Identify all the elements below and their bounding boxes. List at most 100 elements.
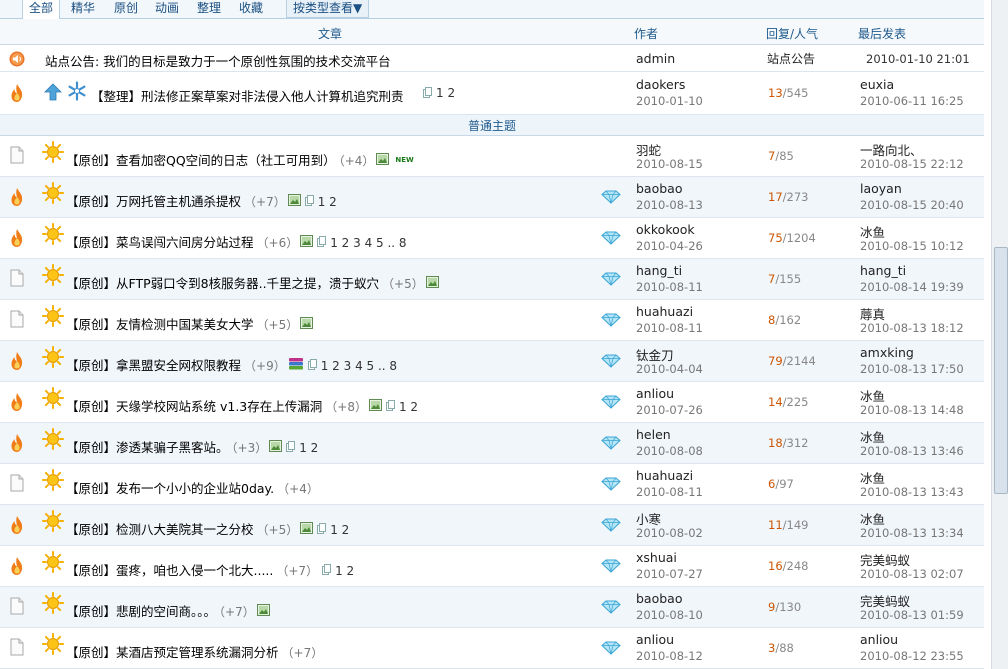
thread-author[interactable]: okkokook: [636, 222, 695, 237]
thread-title[interactable]: 【原创】拿黑盟安全网权限教程: [66, 358, 241, 373]
tab-featured[interactable]: 精华: [71, 0, 95, 18]
page-links[interactable]: 1 2 3 4 5 .. 8: [321, 359, 397, 373]
section-label: 普通主题: [467, 119, 516, 133]
last-post-user[interactable]: anliou: [860, 632, 898, 647]
tab-animation[interactable]: 动画: [155, 0, 179, 18]
thread-title[interactable]: 【原创】友情检测中国某美女大学: [66, 317, 254, 332]
diamond-icon: [601, 395, 621, 412]
thread-stats: 7/85: [768, 149, 794, 163]
sun-icon: [42, 141, 64, 166]
sun-icon: [42, 346, 64, 371]
thread-row[interactable]: 【原创】友情检测中国某美女大学 （+5） huahuazi 2010-08-11 8/1…: [0, 300, 984, 341]
thread-score: （+7）: [281, 646, 324, 660]
thread-author[interactable]: baobao: [636, 181, 682, 196]
thread-author[interactable]: huahuazi: [636, 468, 693, 483]
column-last-post[interactable]: 最后发表: [858, 25, 906, 42]
reply-count: 16: [768, 559, 783, 573]
thread-row[interactable]: 【原创】天缘学校网站系统 v1.3存在上传漏洞 （+8） 1 2 anliou 2010…: [0, 382, 984, 423]
thread-row[interactable]: 【原创】检测八大美院其一之分校 （+5） 1 2 小寒 2010-08-02 11/149…: [0, 505, 984, 546]
last-post-time: 2010-08-15 20:40: [860, 198, 964, 212]
thread-title[interactable]: 【原创】菜鸟误闯六间房分站过程: [66, 235, 254, 250]
thread-title[interactable]: 【原创】发布一个小小的企业站0day.: [66, 481, 274, 496]
thread-title[interactable]: 【原创】悲剧的空间商。。。: [66, 604, 216, 619]
thread-score: （+7）: [276, 564, 319, 578]
thread-title-line: 【原创】悲剧的空间商。。。 （+7）: [66, 601, 270, 620]
thread-title[interactable]: 【原创】万网托管主机通杀提权: [66, 194, 241, 209]
thread-stats: 79/2144: [768, 354, 816, 368]
multipage-icon: [317, 236, 327, 250]
pinned-thread-row[interactable]: 【整理】刑法修正案草案对非法侵入他人计算机追究刑责 1 2 daokers 20…: [0, 72, 984, 115]
thread-row[interactable]: 【原创】渗透某骗子黑客站。 （+3） 1 2 helen 2010-08-08 18/31…: [0, 423, 984, 464]
thread-author[interactable]: huahuazi: [636, 304, 693, 319]
thread-date: 2010-07-27: [636, 567, 703, 581]
thread-row[interactable]: 【原创】万网托管主机通杀提权 （+7） 1 2 baobao 2010-08-13 17/…: [0, 177, 984, 218]
announcement-author[interactable]: admin: [636, 51, 675, 66]
announcement-title[interactable]: 站点公告: 我们的目标是致力于一个原创性氛围的技术交流平台: [45, 51, 391, 70]
page-links[interactable]: 1 2: [318, 195, 337, 209]
thread-title[interactable]: 【原创】渗透某骗子黑客站。: [66, 440, 229, 455]
filter-by-type-dropdown[interactable]: 按类型查看▼: [286, 0, 370, 18]
tab-original[interactable]: 原创: [114, 0, 138, 18]
pinned-date: 2010-01-10: [636, 94, 703, 108]
thread-author[interactable]: hang_ti: [636, 263, 682, 278]
multipage-icon: [304, 195, 314, 209]
thread-author[interactable]: baobao: [636, 591, 682, 606]
last-post-user[interactable]: laoyan: [860, 181, 902, 196]
pinned-stats: 13/545: [768, 86, 809, 100]
pinned-author[interactable]: daokers: [636, 77, 685, 92]
thread-title[interactable]: 【原创】某酒店预定管理系统漏洞分析: [66, 645, 279, 660]
thread-row[interactable]: 【原创】某酒店预定管理系统漏洞分析 （+7） anliou 2010-08-12 3/8…: [0, 628, 984, 669]
thread-stats: 16/248: [768, 559, 808, 573]
thread-title-line: 【原创】从FTP弱口令到8核服务器..千里之提，溃于蚁穴 （+5）: [66, 273, 439, 292]
thread-row[interactable]: 【原创】拿黑盟安全网权限教程 （+9） 1 2 3 4 5 .. 8 钛金刀 2010-…: [0, 341, 984, 382]
thread-author[interactable]: anliou: [636, 386, 674, 401]
page-links[interactable]: 1 2: [330, 523, 349, 537]
pinned-last-user[interactable]: euxia: [860, 77, 894, 92]
image-attachment-icon: [300, 235, 314, 250]
thread-stats: 3/88: [768, 641, 794, 655]
thread-title-line: 【原创】某酒店预定管理系统漏洞分析 （+7）: [66, 642, 323, 661]
multipage-icon: [286, 441, 296, 455]
view-count: /149: [782, 518, 809, 532]
diamond-icon: [601, 559, 621, 576]
thread-title[interactable]: 【原创】蛋疼，咱也入侵一个北大.....: [66, 563, 273, 578]
view-count: /248: [782, 559, 809, 573]
view-count: /97: [775, 477, 794, 491]
page-links[interactable]: 1 2: [335, 564, 354, 578]
thread-title[interactable]: 【原创】检测八大美院其一之分校: [66, 522, 254, 537]
vertical-scrollbar[interactable]: [991, 0, 1008, 669]
column-replies[interactable]: 回复/人气: [766, 25, 818, 42]
tab-all[interactable]: 全部: [22, 0, 61, 20]
tab-favorites[interactable]: 收藏: [239, 0, 263, 18]
thread-row[interactable]: 【原创】从FTP弱口令到8核服务器..千里之提，溃于蚁穴 （+5） hang_ti 2…: [0, 259, 984, 300]
thread-row[interactable]: 【原创】蛋疼，咱也入侵一个北大..... （+7） 1 2 xshuai 2010-07…: [0, 546, 984, 587]
thread-date: 2010-08-11: [636, 321, 703, 335]
thread-date: 2010-08-11: [636, 485, 703, 499]
thread-row[interactable]: 【原创】菜鸟误闯六间房分站过程 （+6） 1 2 3 4 5 .. 8 okkokoo…: [0, 218, 984, 259]
pinned-page-links[interactable]: 1 2: [436, 86, 455, 100]
pinned-thread-title[interactable]: 【整理】刑法修正案草案对非法侵入他人计算机追究刑责: [91, 86, 404, 105]
last-post-time: 2010-08-13 13:43: [860, 485, 964, 499]
thread-author[interactable]: xshuai: [636, 550, 677, 565]
reply-count: 18: [768, 436, 783, 450]
thread-document-icon: [10, 474, 24, 495]
page-links[interactable]: 1 2: [299, 441, 318, 455]
thread-title[interactable]: 【原创】天缘学校网站系统 v1.3存在上传漏洞: [66, 399, 322, 414]
thread-row[interactable]: 【原创】查看加密QQ空间的日志（社工可用到） （+4） NEW 羽蛇 2010-08-1…: [0, 136, 984, 177]
tab-compiled[interactable]: 整理: [197, 0, 221, 18]
last-post-user[interactable]: hang_ti: [860, 263, 906, 278]
thread-row[interactable]: 【原创】悲剧的空间商。。。 （+7） baobao 2010-08-10 9/130 完美…: [0, 587, 984, 628]
thread-title[interactable]: 【原创】查看加密QQ空间的日志（社工可用到）: [66, 153, 336, 168]
thread-author[interactable]: anliou: [636, 632, 674, 647]
sun-icon: [42, 469, 64, 494]
thread-title[interactable]: 【原创】从FTP弱口令到8核服务器..千里之提，溃于蚁穴: [66, 276, 379, 291]
thread-stats: 18/312: [768, 436, 808, 450]
page-links[interactable]: 1 2 3 4 5 .. 8: [330, 236, 406, 250]
sun-icon: [42, 428, 64, 453]
thread-author[interactable]: helen: [636, 427, 671, 442]
page-links[interactable]: 1 2: [399, 400, 418, 414]
column-author: 作者: [634, 27, 659, 41]
last-post-user[interactable]: amxking: [860, 345, 914, 360]
thread-row[interactable]: 【原创】发布一个小小的企业站0day. （+4） huahuazi 2010-08-1…: [0, 464, 984, 505]
scrollbar-thumb[interactable]: [994, 247, 1008, 494]
